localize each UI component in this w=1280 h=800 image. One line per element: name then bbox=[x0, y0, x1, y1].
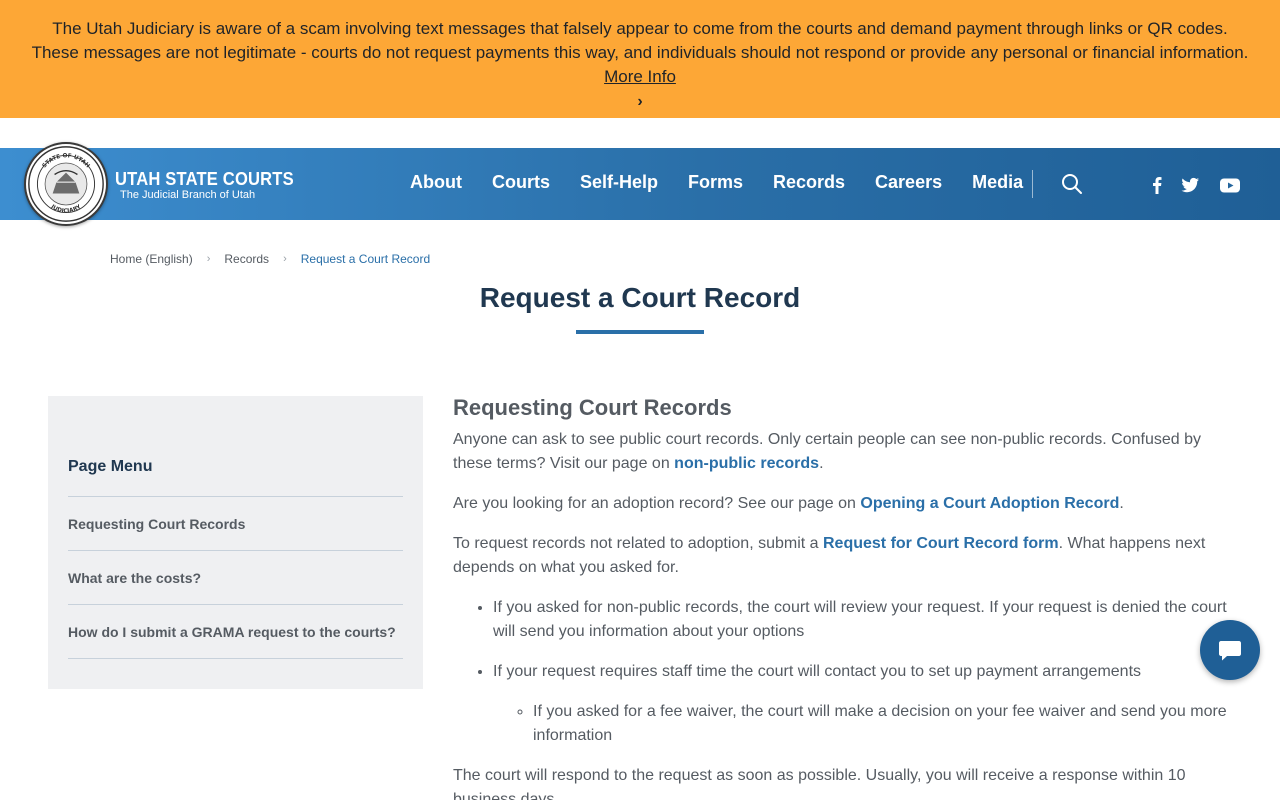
page-menu-item-requesting[interactable]: Requesting Court Records bbox=[68, 497, 403, 551]
page-menu-heading: Page Menu bbox=[68, 458, 403, 497]
breadcrumb: Home (English) › Records › Request a Cou… bbox=[110, 252, 430, 266]
chat-icon bbox=[1219, 641, 1241, 661]
nav-about[interactable]: About bbox=[410, 172, 462, 193]
nav-courts[interactable]: Courts bbox=[492, 172, 550, 193]
breadcrumb-current[interactable]: Request a Court Record bbox=[301, 252, 430, 266]
page-menu-item-costs[interactable]: What are the costs? bbox=[68, 551, 403, 605]
nav-divider bbox=[1032, 170, 1033, 198]
request-form-paragraph: To request records not related to adopti… bbox=[453, 535, 1206, 576]
brand-subtitle: The Judicial Branch of Utah bbox=[120, 189, 256, 201]
response-time-paragraph: The court will respond to the request as… bbox=[453, 767, 1186, 800]
breadcrumb-home[interactable]: Home (English) bbox=[110, 252, 193, 266]
facebook-icon[interactable] bbox=[1147, 175, 1167, 195]
adoption-record-link[interactable]: Opening a Court Adoption Record bbox=[860, 495, 1119, 512]
alert-message: The Utah Judiciary is aware of a scam in… bbox=[31, 19, 1249, 62]
chevron-right-icon: › bbox=[206, 253, 211, 265]
page-title: Request a Court Record bbox=[479, 282, 801, 313]
chat-button[interactable] bbox=[1200, 620, 1260, 680]
search-icon[interactable] bbox=[1061, 173, 1083, 195]
alert-more-info-link[interactable]: More Info bbox=[604, 67, 676, 86]
intro-paragraph: Anyone can ask to see public court recor… bbox=[453, 431, 1201, 472]
page-menu-item-grama[interactable]: How do I submit a GRAMA request to the c… bbox=[68, 605, 403, 659]
non-public-records-link[interactable]: non-public records bbox=[674, 455, 819, 472]
twitter-icon[interactable] bbox=[1180, 175, 1200, 195]
scam-alert-banner: The Utah Judiciary is aware of a scam in… bbox=[0, 0, 1280, 118]
nav-careers[interactable]: Careers bbox=[875, 172, 942, 193]
utah-courts-seal-logo[interactable]: STATE OF UTAH JUDICIARY bbox=[24, 142, 108, 226]
nav-media[interactable]: Media bbox=[972, 172, 1023, 193]
nav-self-help[interactable]: Self-Help bbox=[580, 172, 658, 193]
breadcrumb-records[interactable]: Records bbox=[224, 252, 269, 266]
nav-forms[interactable]: Forms bbox=[688, 172, 743, 193]
request-form-link[interactable]: Request for Court Record form bbox=[823, 535, 1059, 552]
chevron-right-icon[interactable]: › bbox=[637, 90, 642, 114]
main-content: Requesting Court Records Anyone can ask … bbox=[453, 396, 1243, 800]
main-header: STATE OF UTAH JUDICIARY UTAH STATE COURT… bbox=[0, 142, 1280, 226]
chevron-right-icon: › bbox=[283, 253, 287, 265]
outcome-list: If you asked for non-public records, the… bbox=[493, 596, 1243, 748]
list-item: If you asked for non-public records, the… bbox=[493, 596, 1243, 644]
section-heading: Requesting Court Records bbox=[453, 395, 732, 420]
adoption-paragraph: Are you looking for an adoption record? … bbox=[453, 495, 1124, 512]
title-underline bbox=[576, 330, 704, 334]
primary-nav: About Courts Self-Help Forms Records Car… bbox=[410, 172, 1053, 193]
list-item: If your request requires staff time the … bbox=[493, 660, 1243, 748]
youtube-icon[interactable] bbox=[1219, 175, 1241, 195]
sub-list-item: If you asked for a fee waiver, the court… bbox=[533, 700, 1243, 748]
nav-records[interactable]: Records bbox=[773, 172, 845, 193]
page-menu-sidebar: Page Menu Requesting Court Records What … bbox=[48, 396, 423, 689]
brand-title[interactable]: UTAH STATE COURTS bbox=[115, 169, 294, 190]
